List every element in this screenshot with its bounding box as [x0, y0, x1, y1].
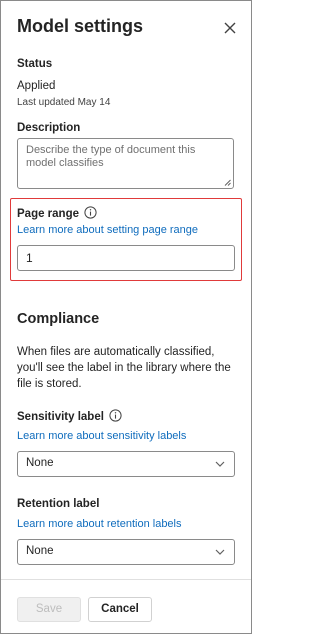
retention-learn-more-link[interactable]: Learn more about retention labels: [17, 518, 182, 530]
panel-title: Model settings: [17, 16, 144, 36]
info-icon[interactable]: [109, 409, 122, 422]
sensitivity-label: Sensitivity label: [17, 409, 122, 423]
model-settings-panel: Model settings Status Applied Last updat…: [0, 0, 252, 634]
description-label: Description: [17, 122, 81, 134]
retention-selected-value: None: [26, 545, 54, 557]
save-button[interactable]: Save: [17, 597, 81, 622]
page-range-label: Page range: [17, 206, 97, 220]
retention-label: Retention label: [17, 498, 100, 510]
sensitivity-label-text: Sensitivity label: [17, 411, 104, 423]
sensitivity-selected-value: None: [26, 457, 54, 469]
status-label: Status: [17, 58, 53, 70]
page-range-label-text: Page range: [17, 208, 79, 220]
page-range-learn-more-link[interactable]: Learn more about setting page range: [17, 224, 198, 236]
last-updated-text: Last updated May 14: [17, 97, 111, 108]
close-icon[interactable]: [221, 19, 239, 37]
status-value: Applied: [17, 80, 56, 92]
cancel-button[interactable]: Cancel: [88, 597, 152, 622]
sensitivity-label-dropdown[interactable]: None: [17, 451, 235, 477]
chevron-down-icon: [215, 461, 225, 467]
chevron-down-icon: [215, 549, 225, 555]
sensitivity-learn-more-link[interactable]: Learn more about sensitivity labels: [17, 430, 186, 442]
compliance-description: When files are automatically classified,…: [17, 346, 231, 390]
resize-grip-icon[interactable]: [224, 179, 231, 186]
page-range-input[interactable]: 1: [17, 245, 235, 271]
compliance-heading: Compliance: [17, 311, 100, 327]
footer-divider: [1, 579, 251, 580]
description-textarea[interactable]: Describe the type of document this model…: [17, 138, 234, 189]
description-placeholder: Describe the type of document this model…: [26, 144, 196, 169]
info-icon[interactable]: [84, 206, 97, 219]
retention-label-dropdown[interactable]: None: [17, 539, 235, 565]
